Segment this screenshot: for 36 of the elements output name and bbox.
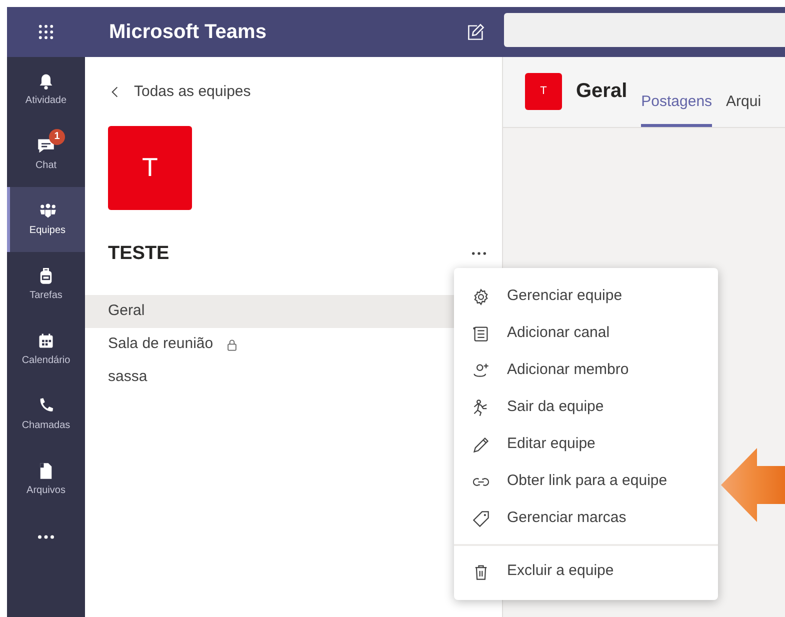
menu-item[interactable]: Gerenciar marcas [454,500,718,537]
person-add-icon [472,362,490,380]
menu-item[interactable]: Editar equipe [454,426,718,463]
app-bar-item[interactable]: Atividade [7,57,85,122]
bell-icon [37,72,55,90]
more-dots-icon [472,252,486,256]
notification-badge: 1 [49,128,65,144]
menu-item[interactable]: Excluir a equipe [454,553,718,590]
app-bar-item[interactable]: Tarefas [7,252,85,317]
gear-icon [472,288,490,306]
more-dots-icon [38,535,54,539]
team-name: TESTE [108,242,170,266]
people-group-icon [38,202,56,220]
pencil-icon [472,436,490,454]
app-bar-item[interactable]: Calendário [7,317,85,382]
search-field[interactable] [504,13,785,47]
compose-icon [467,23,485,41]
menu-item[interactable]: Obter link para a equipe [454,463,718,500]
chat-bubble-icon [37,136,55,154]
back-link[interactable]: Todas as equipes [108,81,251,104]
grid-icon [37,23,55,41]
calendar-icon [37,332,55,350]
channel-avatar: T [525,73,562,110]
channel-tab[interactable]: Postagens [641,77,712,127]
compose-button[interactable] [467,23,485,41]
app-bar-item[interactable]: Chamadas [7,382,85,447]
team-avatar: T [108,126,192,210]
app-title: Microsoft Teams [109,20,266,45]
channel-tab[interactable]: Arqui [726,77,762,127]
app-bar-item[interactable]: Equipes [7,187,85,252]
tag-icon [472,510,490,528]
list-icon [472,324,490,342]
channel-title: Geral [576,79,628,104]
app-bar-item[interactable]: Arquivos [7,447,85,512]
app-bar-item[interactable]: 1 Chat [7,122,85,187]
more-options-button[interactable] [472,252,486,256]
